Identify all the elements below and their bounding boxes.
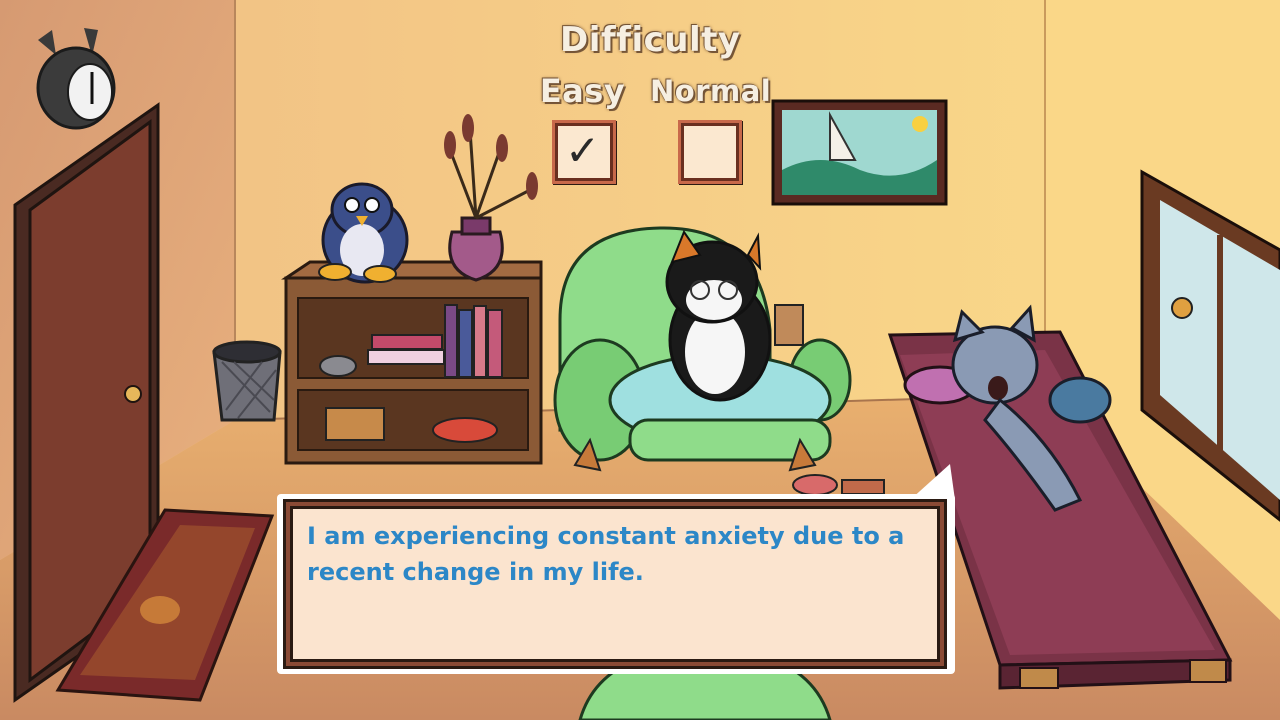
- checkmark-icon: ✓: [565, 126, 601, 175]
- difficulty-option-normal-label: Normal: [650, 74, 772, 108]
- difficulty-option-easy-label: Easy: [539, 72, 626, 110]
- painting-icon: [771, 99, 948, 206]
- speech-bubble-tail: [910, 464, 955, 500]
- normal-difficulty-checkbox[interactable]: [678, 120, 742, 184]
- difficulty-title: Difficulty: [560, 20, 741, 60]
- bookshelf: [281, 260, 543, 465]
- dialogue-text: I am experiencing constant anxiety due t…: [307, 522, 905, 586]
- trash-can-icon: [212, 340, 282, 422]
- easy-difficulty-checkbox[interactable]: ✓: [552, 120, 616, 184]
